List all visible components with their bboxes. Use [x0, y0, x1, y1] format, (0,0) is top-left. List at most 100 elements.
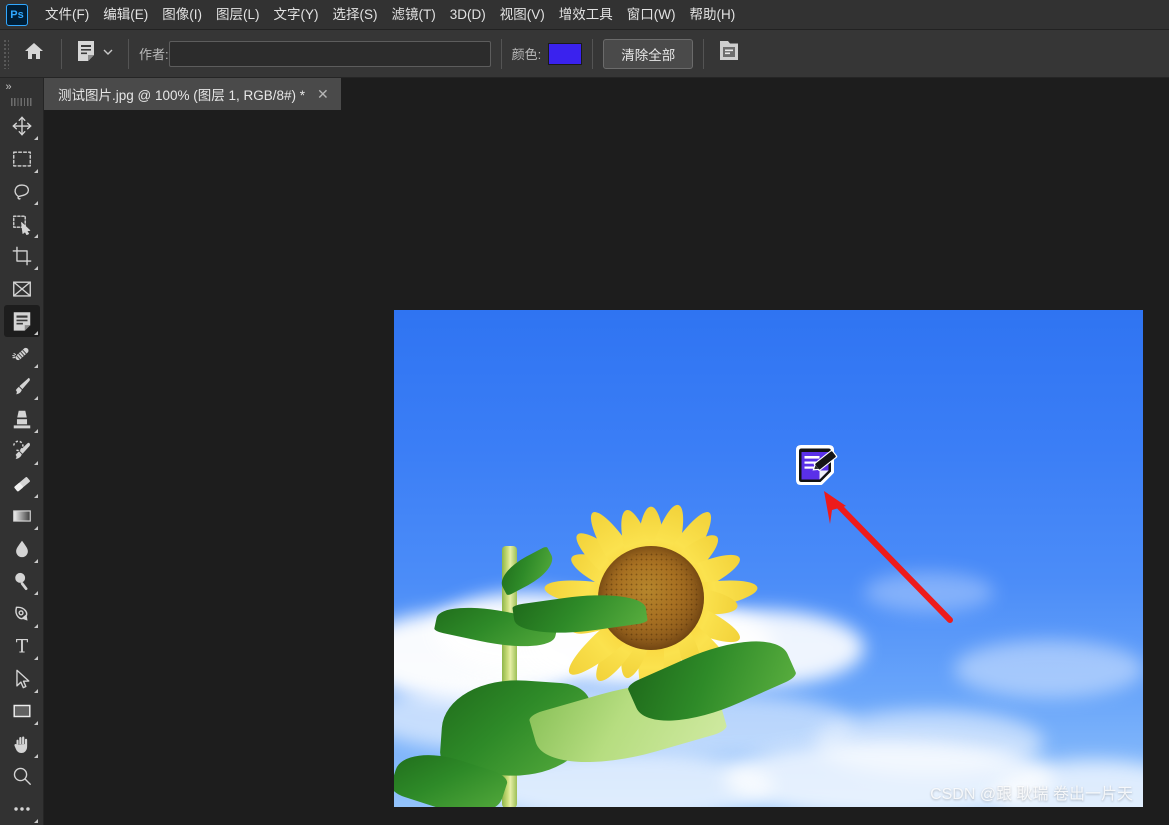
- chevron-down-icon: [102, 45, 114, 63]
- home-icon: [23, 40, 45, 67]
- home-button[interactable]: [17, 37, 51, 71]
- path-selection-icon: [11, 668, 33, 690]
- menu-view[interactable]: 视图(V): [493, 4, 552, 26]
- tool-hand[interactable]: [4, 728, 40, 760]
- menu-image[interactable]: 图像(I): [155, 4, 209, 26]
- menu-help[interactable]: 帮助(H): [682, 4, 742, 26]
- tool-frame[interactable]: [4, 273, 40, 305]
- tool-flyout-triangle-icon: [33, 688, 38, 693]
- brush-icon: [11, 375, 33, 397]
- tool-flyout-triangle-icon: [33, 721, 38, 725]
- notes-panel-button[interactable]: [714, 39, 744, 69]
- menu-bar: Ps 文件(F) 编辑(E) 图像(I) 图层(L) 文字(Y) 选择(S) 滤镜(T) 3D…: [0, 0, 1169, 30]
- tool-shape[interactable]: [4, 695, 40, 727]
- pen-icon: [11, 603, 33, 625]
- marquee-icon: [11, 148, 33, 170]
- color-label: 颜色:: [511, 47, 542, 62]
- options-separator-1: [61, 38, 62, 69]
- tool-eraser[interactable]: [4, 468, 40, 500]
- frame-icon: [11, 278, 33, 300]
- tool-history-brush[interactable]: [4, 435, 40, 467]
- tool-flyout-triangle-icon: [33, 558, 38, 563]
- type-t-icon: T: [11, 635, 33, 657]
- tool-rectangular-marquee[interactable]: [4, 143, 40, 175]
- document-canvas[interactable]: CSDN @跟 耿瑞 卷出一片天: [394, 310, 1143, 807]
- tool-flyout-triangle-icon: [33, 331, 38, 335]
- tool-move[interactable]: [4, 110, 40, 142]
- document-tab-bar: 测试图片.jpg @ 100% (图层 1, RGB/8#) * ✕: [44, 78, 1169, 110]
- move-icon: [11, 115, 33, 137]
- tool-flyout-triangle-icon: [33, 396, 38, 400]
- menu-plugins[interactable]: 增效工具: [552, 4, 620, 26]
- tool-pen[interactable]: [4, 598, 40, 630]
- tool-quick-selection[interactable]: [4, 208, 40, 240]
- menu-file[interactable]: 文件(F): [38, 4, 96, 26]
- options-separator-2: [128, 38, 129, 69]
- tool-dodge[interactable]: [4, 565, 40, 597]
- lasso-icon: [11, 180, 33, 202]
- csdn-watermark: CSDN @跟 耿瑞 卷出一片天: [930, 786, 1133, 803]
- menu-select[interactable]: 选择(S): [326, 4, 385, 26]
- menu-type[interactable]: 文字(Y): [267, 4, 326, 26]
- tools-panel: » T: [0, 78, 44, 825]
- quick-selection-icon: [11, 213, 33, 235]
- crop-icon: [11, 245, 33, 267]
- document-tab-title: 测试图片.jpg @ 100% (图层 1, RGB/8#) *: [58, 88, 306, 103]
- tool-flyout-triangle-icon: [33, 201, 38, 205]
- tool-brush[interactable]: [4, 370, 40, 402]
- tool-type[interactable]: T: [4, 630, 40, 662]
- clear-all-button[interactable]: 清除全部: [603, 38, 694, 69]
- ellipsis-icon: [11, 798, 33, 820]
- tool-path-selection[interactable]: [4, 663, 40, 695]
- tool-zoom[interactable]: [4, 760, 40, 792]
- tool-crop[interactable]: [4, 240, 40, 272]
- zoom-magnifier-icon: [11, 765, 33, 787]
- tool-flyout-triangle-icon: [33, 818, 38, 823]
- photoshop-window: Ps 文件(F) 编辑(E) 图像(I) 图层(L) 文字(Y) 选择(S) 滤镜(T) 3D…: [0, 0, 1169, 825]
- menu-filter[interactable]: 滤镜(T): [385, 4, 443, 26]
- author-input[interactable]: [168, 40, 491, 67]
- note-annotation-marker[interactable]: [793, 444, 843, 492]
- close-icon[interactable]: ✕: [315, 87, 331, 101]
- tool-blur[interactable]: [4, 533, 40, 565]
- tool-flyout-triangle-icon: [33, 753, 38, 758]
- color-swatch[interactable]: [548, 42, 583, 65]
- note-tool-icon: [76, 40, 96, 67]
- note-icon: [11, 310, 33, 332]
- tool-flyout-triangle-icon: [33, 591, 38, 595]
- tool-flyout-triangle-icon: [33, 168, 38, 173]
- gradient-icon: [11, 505, 33, 527]
- menu-edit[interactable]: 编辑(E): [96, 4, 155, 26]
- tool-flyout-triangle-icon: [33, 266, 38, 270]
- tool-note[interactable]: [3, 305, 40, 337]
- shape-rect-icon: [11, 700, 33, 722]
- tool-list: T: [3, 110, 40, 825]
- notes-panel-icon: [718, 39, 740, 68]
- tool-gradient[interactable]: [4, 500, 40, 532]
- clone-stamp-icon: [11, 408, 33, 430]
- tool-flyout-triangle-icon: [33, 656, 38, 660]
- menu-layer[interactable]: 图层(L): [209, 4, 267, 26]
- tool-more[interactable]: [4, 793, 40, 825]
- options-separator-3: [500, 38, 502, 69]
- tool-lasso[interactable]: [4, 175, 40, 207]
- canvas-workspace[interactable]: CSDN @跟 耿瑞 卷出一片天: [44, 110, 1169, 825]
- tool-flyout-triangle-icon: [33, 136, 38, 140]
- document-tab[interactable]: 测试图片.jpg @ 100% (图层 1, RGB/8#) * ✕: [44, 78, 342, 110]
- photoshop-logo: Ps: [6, 3, 28, 26]
- toolbar-grip[interactable]: [10, 98, 33, 106]
- author-label: 作者:: [139, 47, 169, 62]
- tool-preset-picker[interactable]: [72, 37, 118, 70]
- tool-healing-brush[interactable]: [4, 338, 40, 370]
- tool-flyout-triangle-icon: [33, 623, 38, 628]
- tool-clone-stamp[interactable]: [4, 403, 40, 435]
- svg-text:T: T: [15, 636, 28, 657]
- tool-flyout-triangle-icon: [33, 233, 38, 238]
- menu-3d[interactable]: 3D(D): [443, 4, 493, 26]
- menu-window[interactable]: 窗口(W): [620, 4, 683, 26]
- toolbar-collapse-button[interactable]: »: [0, 78, 44, 95]
- options-bar-grip[interactable]: [3, 38, 9, 69]
- tool-flyout-triangle-icon: [33, 461, 38, 465]
- options-bar: 作者: 颜色: 清除全部: [0, 30, 1169, 78]
- tool-flyout-triangle-icon: [33, 428, 38, 433]
